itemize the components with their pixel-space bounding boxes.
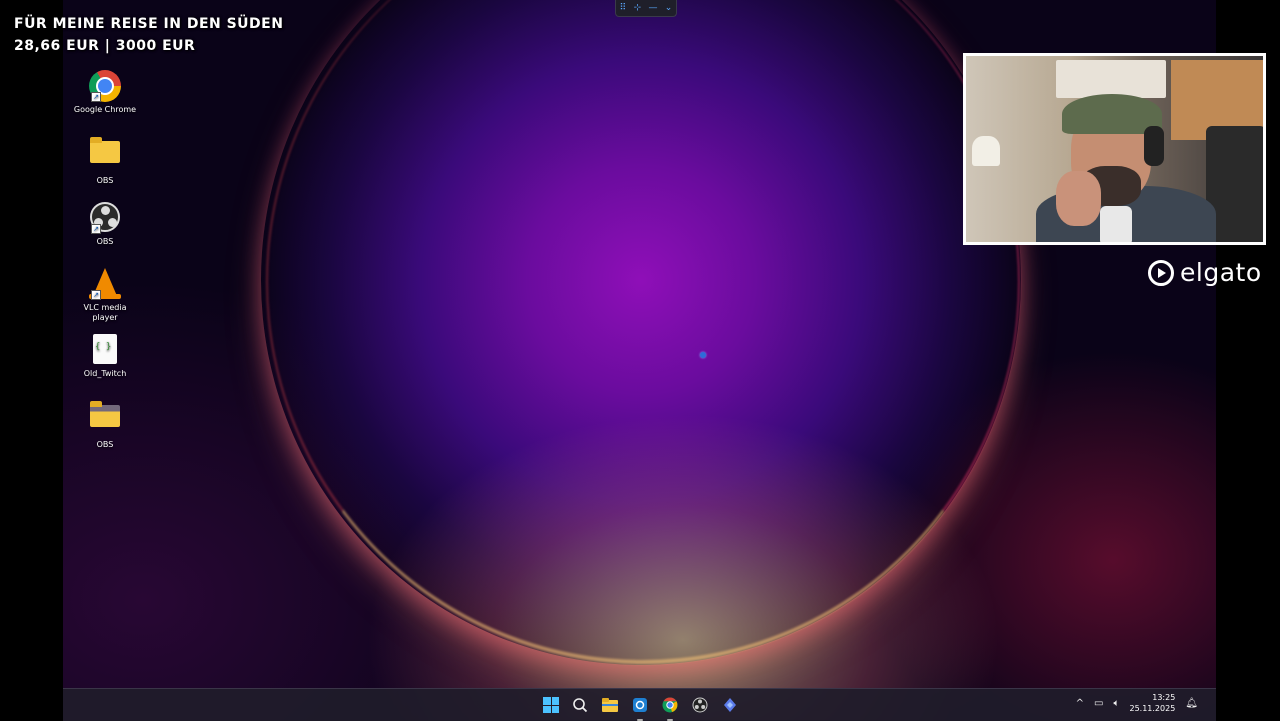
- minimize-icon[interactable]: —: [648, 3, 657, 13]
- floating-toolbar[interactable]: ⠿ ⊹ — ⌄: [615, 0, 677, 17]
- webcam-overlay: [963, 53, 1266, 245]
- desktop-icon-label: VLC media player: [83, 303, 127, 322]
- search-icon: [573, 698, 588, 713]
- desktop-icon-chrome[interactable]: ↗ Google Chrome: [70, 70, 140, 115]
- obs-taskbar-button[interactable]: [690, 695, 710, 715]
- desktop-icon-obs-folder-2[interactable]: OBS: [70, 400, 140, 450]
- elgato-wordmark: elgato: [1180, 258, 1262, 287]
- desktop-icon-label: OBS: [96, 176, 114, 185]
- network-icon[interactable]: ▭: [1094, 698, 1103, 709]
- desktop-icon-old-twitch[interactable]: Old_Twitch: [70, 334, 140, 379]
- snap-icon[interactable]: ⊹: [634, 3, 642, 13]
- donation-goal-title: Für meine Reise in den Süden: [14, 16, 284, 32]
- search-button[interactable]: [570, 695, 590, 715]
- grip-icon[interactable]: ⠿: [620, 3, 627, 13]
- start-icon: [543, 697, 559, 713]
- json-file-icon: [93, 334, 117, 364]
- chevron-up-icon[interactable]: ^: [1076, 698, 1084, 709]
- wallpaper-orb: [266, 0, 1020, 664]
- elgato-icon: [1148, 259, 1174, 286]
- app-taskbar-button[interactable]: [720, 695, 740, 715]
- start-button[interactable]: [541, 695, 561, 715]
- donation-goal-overlay: Für meine Reise in den Süden 28,66 EUR |…: [14, 13, 283, 57]
- desktop-icon-label: Google Chrome: [73, 105, 137, 114]
- desktop-icon-label: Old_Twitch: [83, 369, 127, 378]
- clock[interactable]: 13:25 25.11.2025: [1129, 692, 1175, 714]
- app-icon: [724, 698, 736, 712]
- folder-icon: [90, 137, 120, 163]
- desktop-icon-vlc[interactable]: ↗ VLC media player: [70, 268, 140, 323]
- shortcut-arrow-icon: ↗: [91, 92, 101, 102]
- chevron-down-icon[interactable]: ⌄: [665, 3, 673, 13]
- volume-icon[interactable]: 🔈︎: [1113, 698, 1119, 709]
- obs-icon: [692, 697, 708, 713]
- desktop-icon-obs[interactable]: ↗ OBS: [70, 202, 140, 247]
- shortcut-arrow-icon: ↗: [91, 290, 101, 300]
- folder-open-icon: [90, 401, 120, 427]
- cursor-icon: [700, 352, 706, 358]
- chrome-taskbar-button[interactable]: [660, 695, 680, 715]
- clock-date: 25.11.2025: [1129, 704, 1176, 713]
- desktop-icon-label: OBS: [96, 237, 114, 246]
- chrome-icon: [662, 697, 678, 713]
- file-explorer-button[interactable]: [600, 695, 620, 715]
- clock-time: 13:25: [1152, 693, 1176, 702]
- snipping-tool-button[interactable]: [630, 695, 650, 715]
- elgato-logo: elgato: [1148, 258, 1262, 287]
- file-explorer-icon: [602, 698, 618, 712]
- shortcut-arrow-icon: ↗: [91, 224, 101, 234]
- snipping-tool-icon: [633, 698, 647, 712]
- desktop-icon-obs-folder[interactable]: OBS: [70, 136, 140, 186]
- system-tray: ^ ▭ 🔈︎ 13:25 25.11.2025 🔔︎: [1076, 692, 1198, 714]
- desktop-icon-label: OBS: [96, 440, 114, 449]
- notification-bell-icon[interactable]: 🔔︎: [1185, 698, 1198, 709]
- taskbar: ^ ▭ 🔈︎ 13:25 25.11.2025 🔔︎: [63, 688, 1216, 721]
- donation-goal-progress: 28,66 EUR | 3000 EUR: [14, 38, 196, 54]
